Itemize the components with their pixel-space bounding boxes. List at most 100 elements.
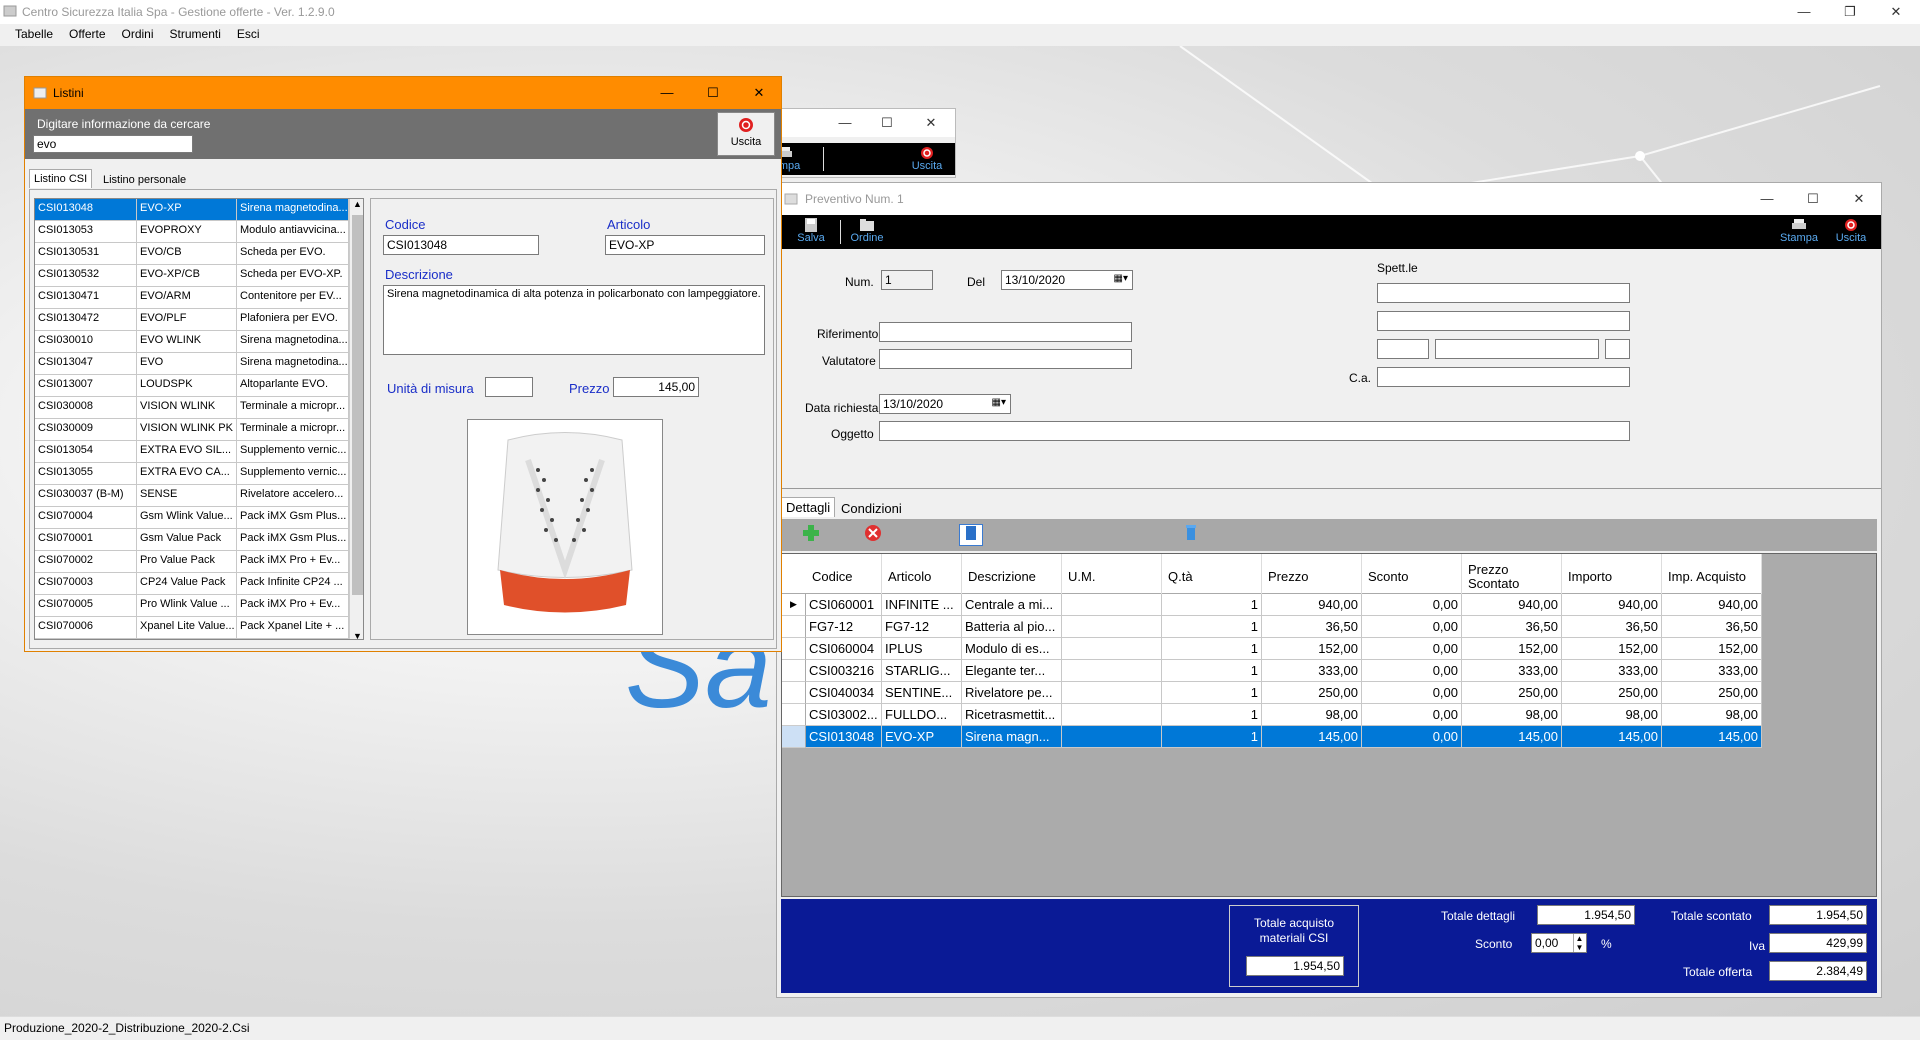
menu-ordini[interactable]: Ordini bbox=[114, 24, 162, 41]
calendar-dropdown-icon[interactable]: ▦▾ bbox=[1114, 273, 1128, 284]
listini-row-cell[interactable]: VISION WLINK bbox=[137, 397, 237, 419]
listini-row-cell[interactable]: CSI013054 bbox=[35, 441, 137, 463]
row-selector[interactable] bbox=[782, 660, 806, 682]
table-row-cell[interactable]: CSI040034 bbox=[806, 682, 882, 704]
table-row-cell[interactable]: CSI003216 bbox=[806, 660, 882, 682]
table-row-cell[interactable]: 152,00 bbox=[1562, 638, 1662, 660]
table-row-cell[interactable]: 1 bbox=[1162, 704, 1262, 726]
listini-row-cell[interactable]: CSI013007 bbox=[35, 375, 137, 397]
table-row-cell[interactable]: Batteria al pio... bbox=[962, 616, 1062, 638]
listini-row-cell[interactable]: EVOPROXY bbox=[137, 221, 237, 243]
table-row-cell[interactable]: 940,00 bbox=[1662, 594, 1762, 616]
table-row-cell[interactable]: 1 bbox=[1162, 638, 1262, 660]
grid-column-header[interactable]: Q.tà bbox=[1162, 554, 1262, 594]
listini-row-cell[interactable]: Pack iMX Pro + Ev... bbox=[237, 595, 349, 617]
listini-row-cell[interactable]: Scheda per EVO-XP. bbox=[237, 265, 349, 287]
tab-listino-csi[interactable]: Listino CSI bbox=[29, 169, 93, 188]
preventivo-minimize-icon[interactable]: — bbox=[1757, 189, 1777, 209]
table-row-cell[interactable]: Centrale a mi... bbox=[962, 594, 1062, 616]
listini-row-cell[interactable]: Sirena magnetodina... bbox=[237, 353, 349, 375]
table-row-cell[interactable]: 98,00 bbox=[1662, 704, 1762, 726]
table-row-cell[interactable] bbox=[1062, 726, 1162, 748]
listini-row-cell[interactable]: EVO/ARM bbox=[137, 287, 237, 309]
table-row-cell[interactable]: INFINITE ... bbox=[882, 594, 962, 616]
preventivo-maximize-icon[interactable]: ☐ bbox=[1803, 189, 1823, 209]
table-row-cell[interactable]: FULLDO... bbox=[882, 704, 962, 726]
listini-row-cell[interactable]: Gsm Value Pack bbox=[137, 529, 237, 551]
table-row-cell[interactable]: 145,00 bbox=[1462, 726, 1562, 748]
table-row-cell[interactable] bbox=[1062, 682, 1162, 704]
table-row-cell[interactable]: 0,00 bbox=[1362, 682, 1462, 704]
riferimento-field[interactable] bbox=[879, 322, 1132, 342]
table-row-cell[interactable]: 1 bbox=[1162, 682, 1262, 704]
spett-address-field[interactable] bbox=[1377, 311, 1630, 331]
table-row-cell[interactable]: 1 bbox=[1162, 594, 1262, 616]
add-row-button[interactable] bbox=[795, 524, 827, 546]
del-date-picker[interactable]: 13/10/2020 ▦▾ bbox=[1001, 270, 1133, 290]
ordine-button[interactable]: Ordine bbox=[843, 218, 891, 244]
table-row-cell[interactable]: 36,50 bbox=[1262, 616, 1362, 638]
table-row-cell[interactable]: EVO-XP bbox=[882, 726, 962, 748]
listini-row-cell[interactable]: EVO-XP bbox=[137, 199, 237, 221]
tab-listino-personale[interactable]: Listino personale bbox=[99, 171, 190, 189]
table-row-cell[interactable]: 152,00 bbox=[1262, 638, 1362, 660]
table-row-cell[interactable]: 0,00 bbox=[1362, 660, 1462, 682]
listini-row-cell[interactable]: Pack Xpanel Lite + ... bbox=[237, 617, 349, 639]
listini-row-cell[interactable]: Rivelatore accelero... bbox=[237, 485, 349, 507]
listini-row-cell[interactable]: CSI070001 bbox=[35, 529, 137, 551]
listini-row-cell[interactable]: CSI030010 bbox=[35, 331, 137, 353]
listini-row-cell[interactable]: CSI030008 bbox=[35, 397, 137, 419]
scroll-down-icon[interactable]: ▼ bbox=[350, 631, 363, 639]
back-window-maximize-icon[interactable]: ☐ bbox=[877, 113, 897, 133]
clear-button[interactable] bbox=[1175, 524, 1207, 546]
listini-row-cell[interactable]: EVO WLINK bbox=[137, 331, 237, 353]
back-uscita-button[interactable]: Uscita bbox=[907, 146, 947, 172]
table-row-cell[interactable]: FG7-12 bbox=[806, 616, 882, 638]
table-row-cell[interactable]: Rivelatore pe... bbox=[962, 682, 1062, 704]
listini-row-cell[interactable]: CSI070004 bbox=[35, 507, 137, 529]
ca-field[interactable] bbox=[1377, 367, 1630, 387]
row-selector[interactable] bbox=[782, 704, 806, 726]
table-row-cell[interactable]: 250,00 bbox=[1462, 682, 1562, 704]
num-field[interactable]: 1 bbox=[881, 270, 933, 290]
listini-row-cell[interactable]: CSI070006 bbox=[35, 617, 137, 639]
table-row-cell[interactable]: 1 bbox=[1162, 616, 1262, 638]
calendar-dropdown-icon[interactable]: ▦▾ bbox=[992, 397, 1006, 408]
listini-row-cell[interactable]: Terminale a micropr... bbox=[237, 397, 349, 419]
table-row-cell[interactable]: STARLIG... bbox=[882, 660, 962, 682]
uscita-button[interactable]: Uscita bbox=[1831, 218, 1871, 244]
um-field[interactable] bbox=[485, 377, 533, 397]
table-row-cell[interactable]: 145,00 bbox=[1562, 726, 1662, 748]
table-row-cell[interactable]: 36,50 bbox=[1462, 616, 1562, 638]
table-row-cell[interactable]: 98,00 bbox=[1462, 704, 1562, 726]
scroll-up-icon[interactable]: ▲ bbox=[350, 199, 363, 209]
spett-province-field[interactable] bbox=[1605, 339, 1630, 359]
table-row-cell[interactable]: 98,00 bbox=[1562, 704, 1662, 726]
table-row-cell[interactable] bbox=[1062, 616, 1162, 638]
table-row-cell[interactable] bbox=[1062, 594, 1162, 616]
listini-uscita-button[interactable]: Uscita bbox=[717, 112, 775, 156]
listini-row-cell[interactable]: Pro Wlink Value ... bbox=[137, 595, 237, 617]
spett-name-field[interactable] bbox=[1377, 283, 1630, 303]
table-row-cell[interactable]: 1 bbox=[1162, 726, 1262, 748]
table-row-cell[interactable]: 250,00 bbox=[1562, 682, 1662, 704]
grid-column-header[interactable]: Importo bbox=[1562, 554, 1662, 594]
listini-row-cell[interactable]: CSI0130471 bbox=[35, 287, 137, 309]
table-row-cell[interactable]: 0,00 bbox=[1362, 704, 1462, 726]
table-row-cell[interactable]: 152,00 bbox=[1662, 638, 1762, 660]
listini-row-cell[interactable]: EVO-XP/CB bbox=[137, 265, 237, 287]
table-row-cell[interactable]: 145,00 bbox=[1662, 726, 1762, 748]
table-row-cell[interactable] bbox=[1062, 704, 1162, 726]
search-input[interactable]: evo bbox=[33, 135, 193, 153]
grid-column-header[interactable]: Prezzo Scontato bbox=[1462, 554, 1562, 594]
table-row-cell[interactable]: CSI060004 bbox=[806, 638, 882, 660]
menu-esci[interactable]: Esci bbox=[229, 24, 268, 41]
descrizione-field[interactable]: Sirena magnetodinamica di alta potenza i… bbox=[383, 285, 765, 355]
listini-row-cell[interactable]: Contenitore per EV... bbox=[237, 287, 349, 309]
table-row-cell[interactable] bbox=[1062, 660, 1162, 682]
table-row-cell[interactable]: 940,00 bbox=[1262, 594, 1362, 616]
back-window-minimize-icon[interactable]: — bbox=[835, 113, 855, 133]
scroll-thumb[interactable] bbox=[352, 215, 363, 595]
table-row-cell[interactable]: FG7-12 bbox=[882, 616, 962, 638]
listini-row-cell[interactable]: Supplemento vernic... bbox=[237, 441, 349, 463]
